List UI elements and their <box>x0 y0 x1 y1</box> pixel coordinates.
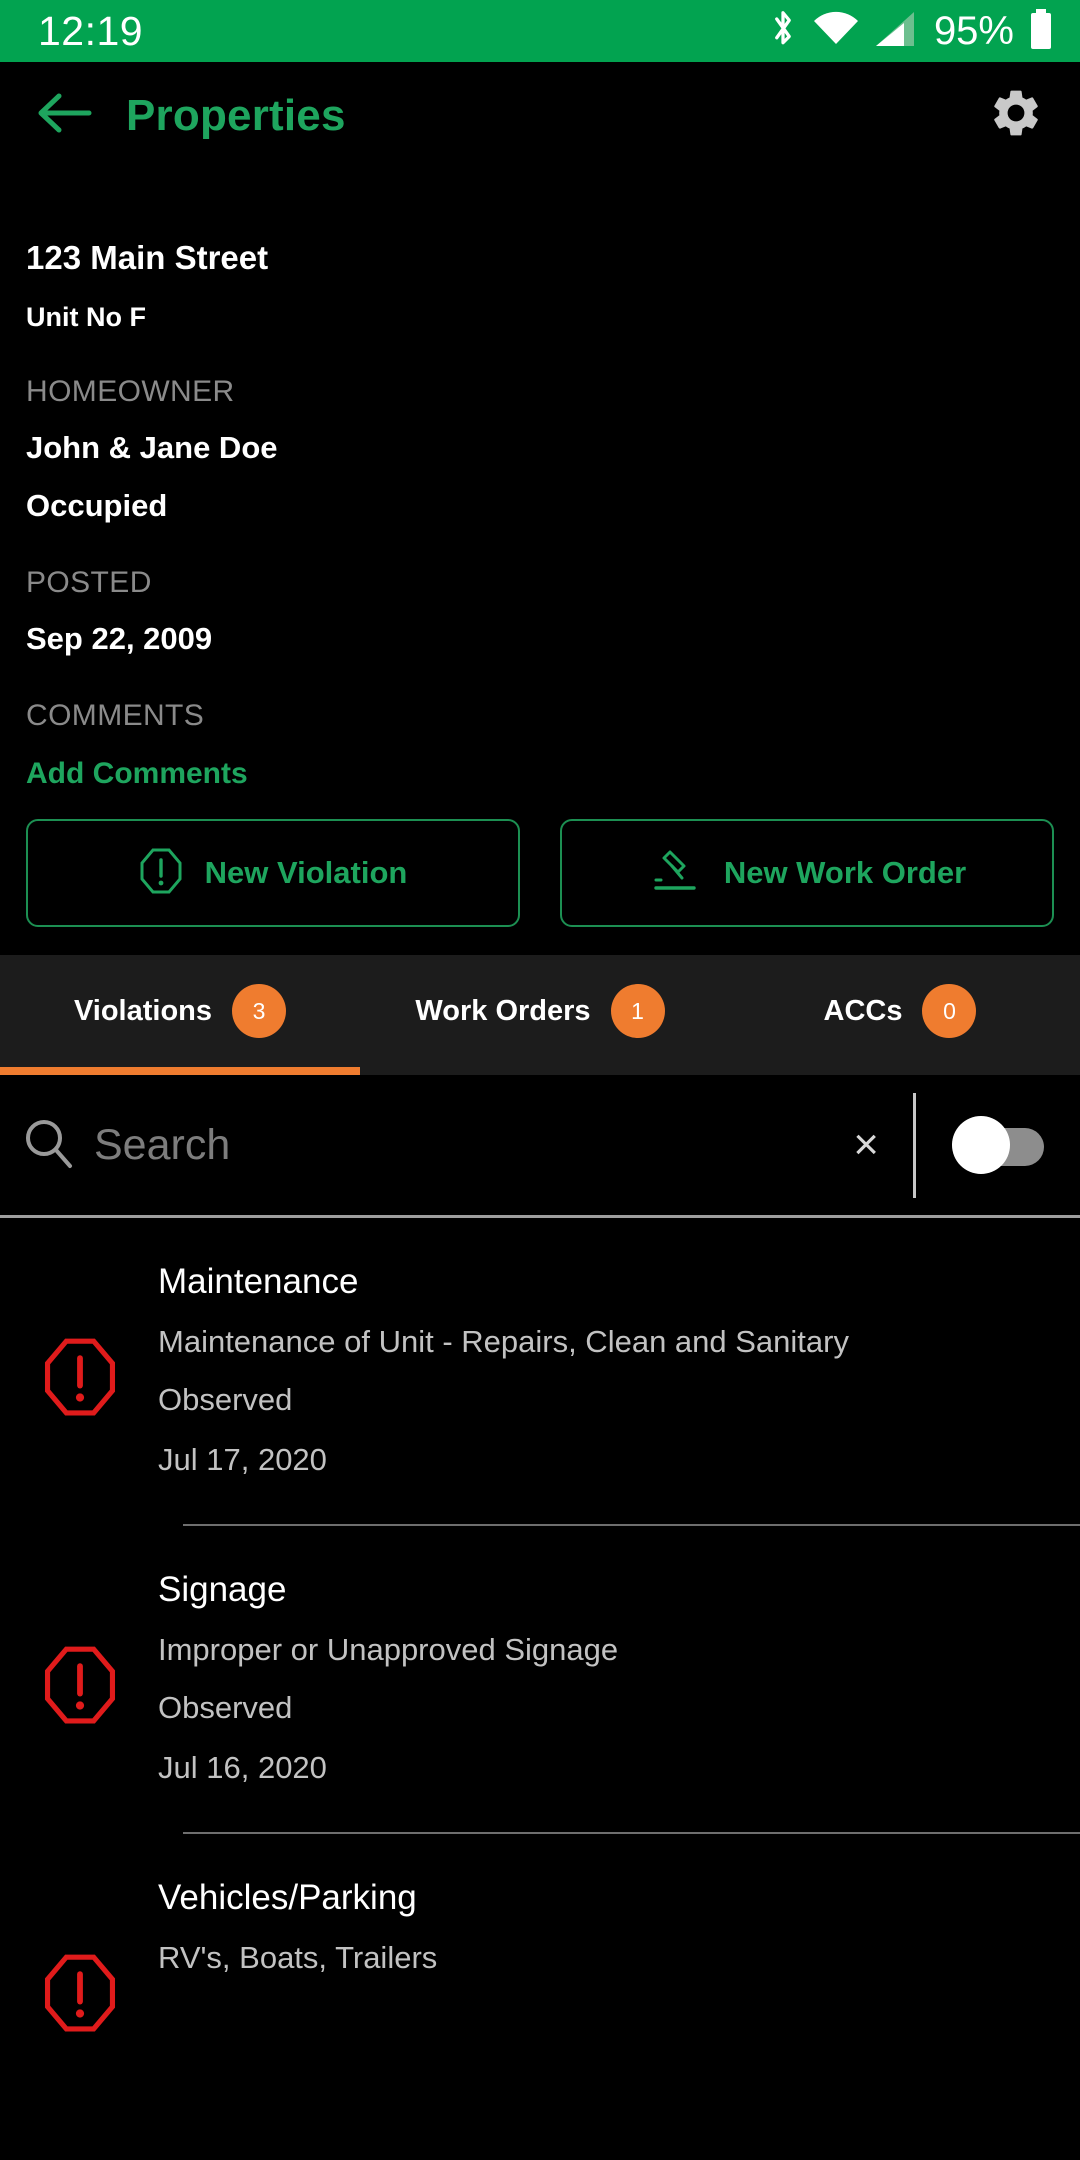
violation-description: Maintenance of Unit - Repairs, Clean and… <box>158 1324 849 1359</box>
new-work-order-button[interactable]: New Work Order <box>560 819 1054 927</box>
status-icons: 95% <box>768 8 1054 55</box>
violation-octagon-icon <box>42 1336 118 1423</box>
status-bar: 12:19 95% <box>0 0 1080 62</box>
violation-status: Observed <box>158 1382 293 1417</box>
new-work-order-label: New Work Order <box>723 855 967 890</box>
violation-title: Vehicles/Parking <box>158 1878 417 1917</box>
battery-percent-label: 95% <box>933 8 1014 53</box>
bluetooth-icon <box>768 8 798 55</box>
violation-octagon-icon <box>139 847 183 900</box>
toggle-knob[interactable] <box>952 1116 1010 1174</box>
back-arrow-icon <box>35 91 93 140</box>
property-details: 123 Main Street Unit No F HOMEOWNER John… <box>0 239 1080 791</box>
violation-description: RV's, Boats, Trailers <box>158 1940 438 1975</box>
wifi-icon <box>812 10 860 53</box>
tab-violations[interactable]: Violations 3 <box>0 955 360 1067</box>
tab-indicator-spacer-1 <box>360 1067 720 1075</box>
violation-description: Improper or Unapproved Signage <box>158 1632 619 1667</box>
tab-active-indicator-row <box>0 1067 1080 1075</box>
status-time: 12:19 <box>38 7 144 54</box>
settings-button[interactable] <box>980 80 1052 152</box>
list-item[interactable]: Vehicles/Parking RV's, Boats, Trailers <box>0 1834 1080 2039</box>
list-item-body: Vehicles/Parking RV's, Boats, Trailers <box>134 1878 1054 1976</box>
violation-title: Signage <box>158 1570 287 1609</box>
violation-icon-wrap <box>26 1878 134 2039</box>
tab-indicator-spacer-2 <box>720 1067 1080 1075</box>
search-input[interactable]: Search <box>94 1121 230 1170</box>
add-comments-link[interactable]: Add Comments <box>26 757 1054 791</box>
tab-bar: Violations 3 Work Orders 1 ACCs 0 <box>0 955 1080 1067</box>
tab-accs-badge: 0 <box>922 984 977 1038</box>
search-bar: Search × <box>0 1075 1080 1218</box>
violations-list: Maintenance Maintenance of Unit - Repair… <box>0 1218 1080 2039</box>
cellular-signal-icon <box>874 10 916 53</box>
page-title: Properties <box>126 90 346 140</box>
tab-accs[interactable]: ACCs 0 <box>720 955 1080 1067</box>
violation-status: Observed <box>158 1690 293 1725</box>
tab-work-orders-badge: 1 <box>610 984 665 1038</box>
homeowner-label: HOMEOWNER <box>26 375 235 408</box>
property-unit: Unit No F <box>26 302 146 332</box>
comments-label: COMMENTS <box>26 699 205 732</box>
list-item-body: Maintenance Maintenance of Unit - Repair… <box>134 1262 1054 1478</box>
battery-icon <box>1028 8 1054 55</box>
gear-icon <box>988 85 1044 146</box>
tab-violations-label: Violations <box>73 994 213 1027</box>
list-item[interactable]: Maintenance Maintenance of Unit - Repair… <box>0 1218 1080 1478</box>
clear-search-button[interactable]: × <box>819 1120 913 1170</box>
violation-octagon-icon <box>42 1644 118 1731</box>
tab-violations-badge: 3 <box>232 984 287 1038</box>
search-field-wrap[interactable]: Search <box>0 1116 819 1175</box>
app-bar: Properties <box>0 62 1080 169</box>
list-item[interactable]: Signage Improper or Unapproved Signage O… <box>0 1526 1080 1786</box>
homeowner-name: John & Jane Doe <box>26 430 278 465</box>
violation-octagon-icon <box>42 1952 118 2039</box>
violation-icon-wrap <box>26 1262 134 1423</box>
back-button[interactable] <box>30 82 98 150</box>
filter-toggle-switch[interactable] <box>952 1116 1044 1174</box>
posted-label: POSTED <box>26 566 152 599</box>
action-buttons: New Violation New Work Order <box>0 791 1080 927</box>
posted-date: Sep 22, 2009 <box>26 621 213 656</box>
violation-date: Jul 16, 2020 <box>158 1750 327 1785</box>
tab-work-orders-label: Work Orders <box>415 994 591 1027</box>
gavel-icon <box>648 846 702 901</box>
new-violation-button[interactable]: New Violation <box>26 819 520 927</box>
violation-icon-wrap <box>26 1570 134 1731</box>
tab-active-indicator <box>0 1067 360 1075</box>
list-item-body: Signage Improper or Unapproved Signage O… <box>134 1570 1054 1786</box>
search-icon <box>22 1116 76 1175</box>
app-screen: 12:19 95% Properties 123 Main Street Uni… <box>0 0 1080 2160</box>
tab-accs-label: ACCs <box>823 994 903 1027</box>
property-address: 123 Main Street <box>26 239 269 276</box>
occupancy-status: Occupied <box>26 488 168 523</box>
search-toggle-wrap[interactable] <box>916 1116 1080 1174</box>
new-violation-label: New Violation <box>204 855 408 890</box>
violation-title: Maintenance <box>158 1262 359 1301</box>
violation-date: Jul 17, 2020 <box>158 1442 327 1477</box>
tab-work-orders[interactable]: Work Orders 1 <box>360 955 720 1067</box>
